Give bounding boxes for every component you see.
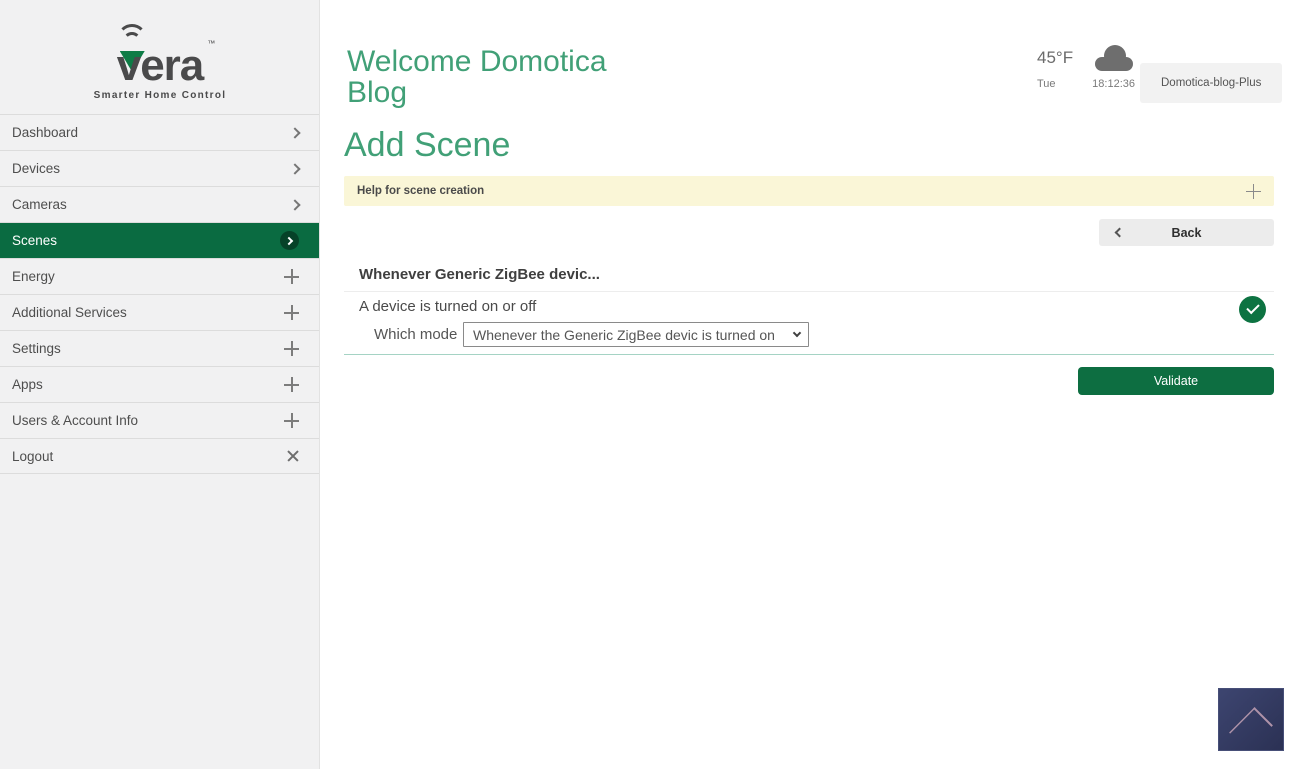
wifi-arc-inner-icon — [123, 32, 141, 50]
validate-button[interactable]: Validate — [1078, 367, 1274, 395]
sidebar-item-label: Additional Services — [12, 305, 127, 320]
sidebar-item-cameras[interactable]: Cameras — [0, 186, 319, 222]
sidebar-item-settings[interactable]: Settings — [0, 330, 319, 366]
help-banner[interactable]: Help for scene creation — [344, 176, 1274, 206]
chevron-right-circle-icon — [280, 231, 299, 250]
scene-trigger-section: Whenever Generic ZigBee devic... A devic… — [344, 260, 1274, 355]
confirm-check-button[interactable] — [1239, 296, 1266, 323]
sidebar-item-label: Devices — [12, 161, 60, 176]
chevron-left-icon — [1115, 228, 1125, 238]
sidebar: vera ™ Smarter Home Control Dashboard De… — [0, 0, 320, 769]
plus-icon — [284, 377, 299, 392]
scroll-to-top-button[interactable] — [1218, 688, 1284, 751]
help-banner-text: Help for scene creation — [357, 185, 484, 197]
sidebar-item-apps[interactable]: Apps — [0, 366, 319, 402]
chevron-right-icon — [289, 199, 300, 210]
sidebar-item-dashboard[interactable]: Dashboard — [0, 114, 319, 150]
clock-time: 18:12:36 — [1092, 78, 1135, 90]
controller-name-chip[interactable]: Domotica-blog-Plus — [1140, 63, 1282, 103]
chevron-up-icon — [1229, 707, 1273, 751]
sidebar-item-label: Energy — [12, 269, 55, 284]
logo-tagline: Smarter Home Control — [0, 90, 320, 101]
chevron-right-icon — [289, 127, 300, 138]
trigger-heading: Whenever Generic ZigBee devic... — [359, 266, 600, 283]
vera-wordmark: vera ™ — [117, 24, 204, 88]
plus-icon — [284, 269, 299, 284]
page-title: Add Scene — [344, 126, 510, 165]
sidebar-item-label: Apps — [12, 377, 43, 392]
weekday: Tue — [1037, 78, 1056, 90]
mode-select-wrap: Whenever the Generic ZigBee devic is tur… — [463, 322, 809, 347]
sidebar-item-label: Cameras — [12, 197, 67, 212]
welcome-heading: Welcome Domotica Blog — [347, 46, 647, 108]
vera-logo: vera ™ Smarter Home Control — [0, 24, 320, 101]
sidebar-item-label: Settings — [12, 341, 61, 356]
plus-icon — [284, 413, 299, 428]
sidebar-item-label: Users & Account Info — [12, 413, 138, 428]
back-button-label: Back — [1172, 226, 1202, 240]
sidebar-item-scenes[interactable]: Scenes — [0, 222, 319, 258]
sidebar-item-label: Scenes — [12, 233, 57, 248]
mode-label: Which mode — [374, 322, 457, 347]
close-icon — [287, 450, 299, 462]
sidebar-item-users-account-info[interactable]: Users & Account Info — [0, 402, 319, 438]
trademark-symbol: ™ — [207, 40, 215, 48]
sidebar-item-additional-services[interactable]: Additional Services — [0, 294, 319, 330]
sidebar-item-devices[interactable]: Devices — [0, 150, 319, 186]
sidebar-item-logout[interactable]: Logout — [0, 438, 319, 474]
mode-select[interactable]: Whenever the Generic ZigBee devic is tur… — [463, 322, 809, 347]
temperature: 45°F — [1037, 48, 1073, 68]
vera-app: vera ™ Smarter Home Control Dashboard De… — [0, 0, 1300, 769]
expand-plus-icon — [1246, 184, 1261, 199]
sidebar-item-energy[interactable]: Energy — [0, 258, 319, 294]
sidebar-nav: Dashboard Devices Cameras Scenes Energy … — [0, 114, 319, 474]
back-button[interactable]: Back — [1099, 219, 1274, 246]
divider — [344, 291, 1274, 292]
cloud-icon — [1093, 44, 1135, 72]
plus-icon — [284, 341, 299, 356]
sidebar-item-label: Dashboard — [12, 125, 78, 140]
weather-widget: 45°F Tue 18:12:36 — [1037, 44, 1135, 90]
plus-icon — [284, 305, 299, 320]
trigger-description: A device is turned on or off — [359, 298, 536, 315]
main-content: Welcome Domotica Blog 45°F Tue 18:12:36 … — [321, 0, 1300, 769]
sidebar-item-label: Logout — [12, 449, 53, 464]
chevron-right-icon — [289, 163, 300, 174]
